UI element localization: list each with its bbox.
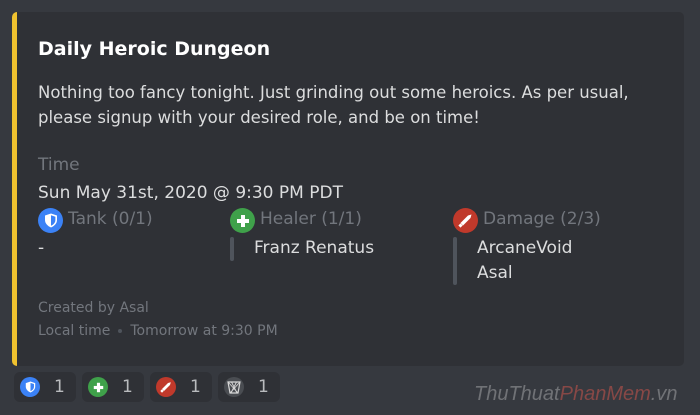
damage-member: ArcaneVoid bbox=[477, 238, 573, 258]
basket-icon bbox=[224, 377, 244, 397]
local-time-label: Local time bbox=[38, 323, 111, 339]
plus-icon bbox=[230, 208, 255, 233]
damage-role-label: Damage (2/3) bbox=[483, 209, 601, 229]
watermark-text: ThuThuatPhanMem.vn bbox=[474, 383, 678, 405]
reaction-bar: 1 1 1 1 bbox=[14, 372, 280, 402]
tank-role-empty: - bbox=[38, 238, 45, 258]
reaction-count: 1 bbox=[190, 377, 201, 397]
reaction-count: 1 bbox=[54, 377, 65, 397]
created-by-text: Created by Asal bbox=[38, 300, 149, 316]
healer-role-label: Healer (1/1) bbox=[260, 209, 362, 229]
tank-role-label: Tank (0/1) bbox=[68, 209, 153, 229]
event-embed: Daily Heroic Dungeon Nothing too fancy t… bbox=[12, 12, 684, 366]
sword-icon bbox=[156, 377, 176, 397]
damage-member: Asal bbox=[477, 263, 513, 283]
time-field-value: Sun May 31st, 2020 @ 9:30 PM PDT bbox=[38, 183, 343, 203]
reaction-tank[interactable]: 1 bbox=[14, 372, 76, 402]
plus-icon bbox=[88, 377, 108, 397]
reaction-count: 1 bbox=[122, 377, 133, 397]
reaction-count: 1 bbox=[258, 377, 269, 397]
reaction-damage[interactable]: 1 bbox=[150, 372, 212, 402]
healer-member: Franz Renatus bbox=[254, 238, 375, 258]
reaction-basket[interactable]: 1 bbox=[218, 372, 280, 402]
reaction-healer[interactable]: 1 bbox=[82, 372, 144, 402]
local-time-row: Local time Tomorrow at 9:30 PM bbox=[38, 323, 278, 339]
healer-members-bar bbox=[230, 237, 234, 261]
embed-title: Daily Heroic Dungeon bbox=[38, 38, 271, 60]
embed-description: Nothing too fancy tonight. Just grinding… bbox=[38, 83, 629, 127]
shield-icon bbox=[38, 208, 63, 233]
time-field-label: Time bbox=[38, 155, 80, 175]
separator-dot bbox=[118, 329, 123, 333]
sword-icon bbox=[453, 208, 478, 233]
shield-icon bbox=[20, 377, 40, 397]
local-time-value: Tomorrow at 9:30 PM bbox=[130, 323, 278, 339]
damage-members-bar bbox=[453, 237, 457, 285]
